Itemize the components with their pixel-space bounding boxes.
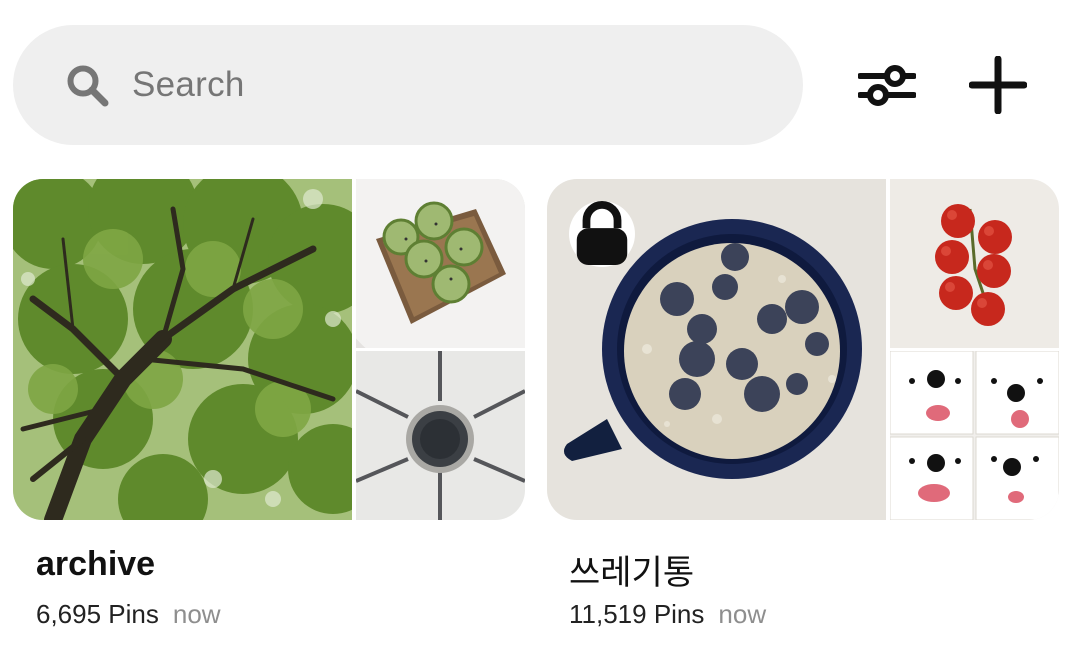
samoyed-faces-photo bbox=[890, 351, 1059, 520]
filter-sliders-icon bbox=[858, 65, 916, 106]
board-meta: 6,695 Pins now bbox=[36, 599, 221, 630]
board-meta: 11,519 Pins now bbox=[569, 599, 766, 630]
lock-icon bbox=[569, 201, 635, 267]
search-icon bbox=[67, 65, 109, 107]
stove-burner-photo bbox=[356, 351, 525, 520]
updated-time: now bbox=[718, 599, 767, 629]
search-placeholder: Search bbox=[132, 65, 245, 104]
board-title: 쓰레기통 bbox=[569, 553, 695, 593]
updated-time: now bbox=[172, 599, 221, 629]
filter-button[interactable] bbox=[851, 49, 923, 121]
pin-count: 11,519 Pins bbox=[569, 599, 705, 629]
blueberries-in-milk-photo bbox=[547, 179, 886, 520]
board-card-archive[interactable]: archive 6,695 Pins now bbox=[13, 179, 525, 629]
cherry-tomatoes-photo bbox=[890, 179, 1059, 348]
boards-page: Search archive 6,695 Pins now 쓰레기통 11,51… bbox=[0, 0, 1080, 656]
pin-count: 6,695 Pins bbox=[36, 599, 159, 629]
cucumber-toast-photo bbox=[356, 179, 525, 348]
board-title: archive bbox=[36, 545, 156, 583]
board-cover-collage[interactable] bbox=[13, 179, 525, 520]
add-button[interactable] bbox=[962, 49, 1034, 121]
board-card-trash[interactable]: 쓰레기통 11,519 Pins now bbox=[547, 179, 1059, 629]
tree-canopy-photo bbox=[13, 179, 352, 520]
plus-icon bbox=[969, 56, 1027, 114]
board-cover-collage[interactable] bbox=[547, 179, 1059, 520]
search-bar[interactable]: Search bbox=[13, 25, 803, 145]
